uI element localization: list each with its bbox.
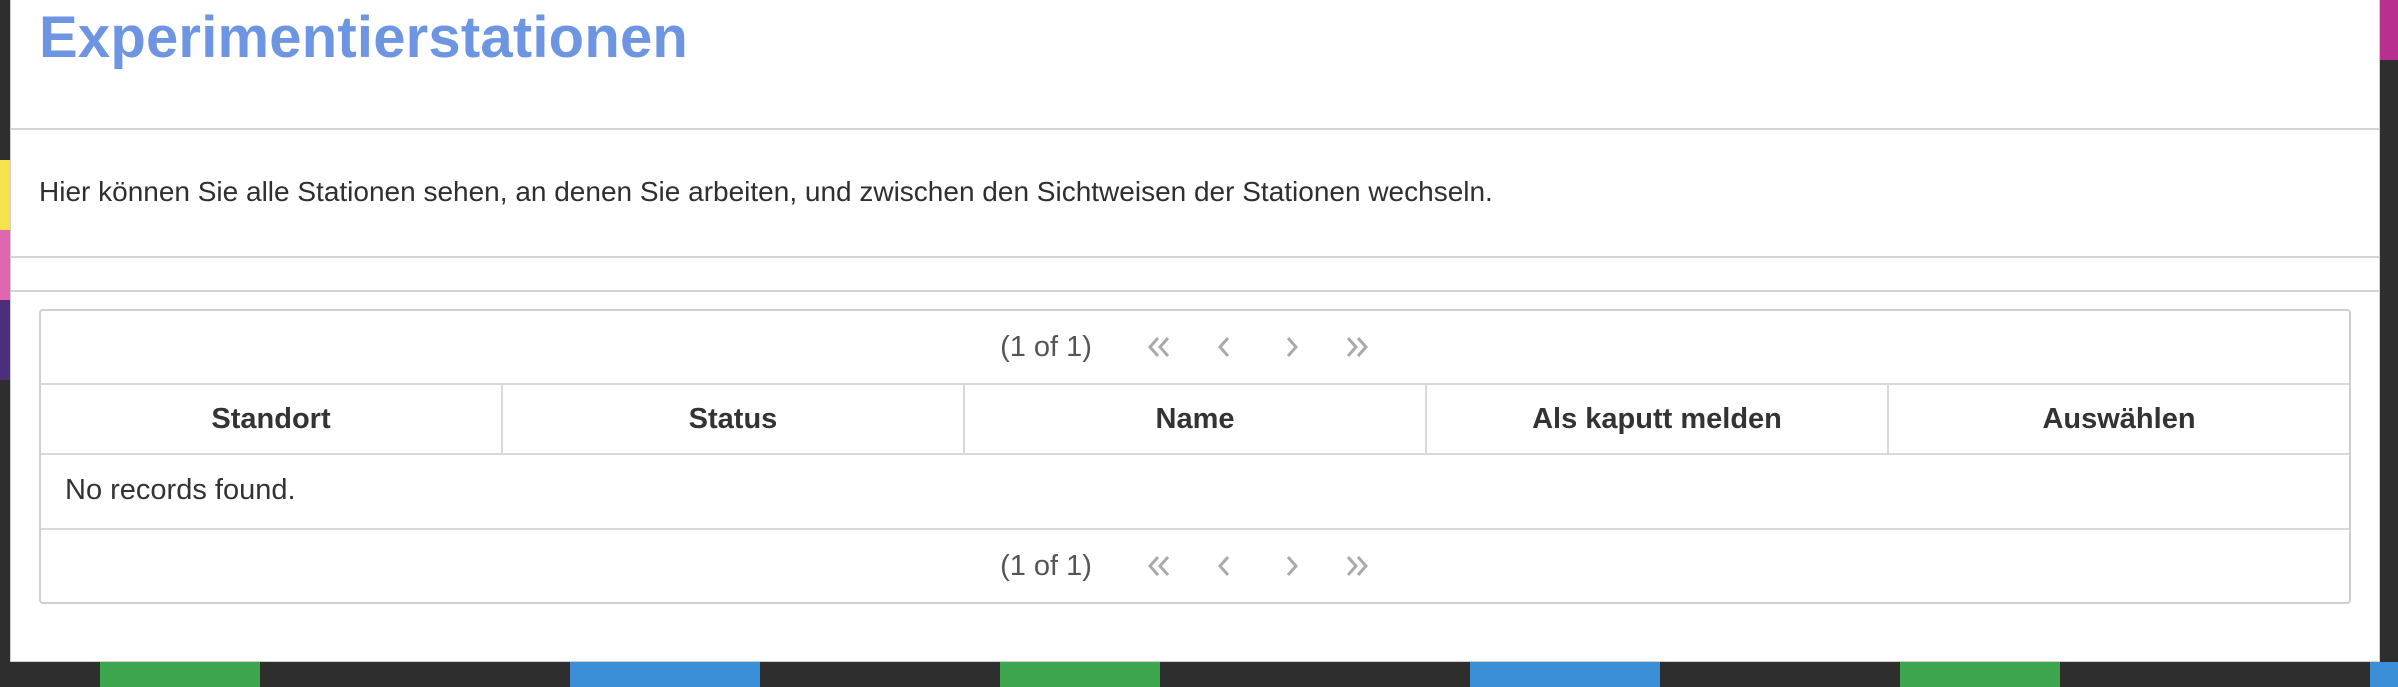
next-page-button[interactable] <box>1258 324 1324 370</box>
page-info: (1 of 1) <box>1000 549 1092 582</box>
background-shape <box>2370 662 2398 687</box>
first-page-button[interactable] <box>1126 543 1192 589</box>
column-header-standort[interactable]: Standort <box>41 385 503 453</box>
background-shape <box>0 160 10 230</box>
last-page-button[interactable] <box>1324 543 1390 589</box>
background-shape <box>100 662 260 687</box>
content-panel: Experimentierstationen Hier können Sie a… <box>10 0 2380 662</box>
table-header: Standort Status Name Als kaputt melden A… <box>41 385 2349 455</box>
background-shape <box>1900 662 2060 687</box>
last-page-button[interactable] <box>1324 324 1390 370</box>
chevron-left-icon <box>1217 556 1230 576</box>
column-header-als-kaputt-melden[interactable]: Als kaputt melden <box>1427 385 1889 453</box>
stations-table: (1 of 1) Standort Status Name Als kaputt… <box>39 309 2351 604</box>
background-shape <box>1470 662 1660 687</box>
background-shape <box>2380 0 2398 60</box>
page-title: Experimentierstationen <box>39 5 689 70</box>
column-header-status[interactable]: Status <box>503 385 965 453</box>
paginator-bottom: (1 of 1) <box>41 528 2349 602</box>
paginator-top: (1 of 1) <box>41 311 2349 385</box>
page-description: Hier können Sie alle Stationen sehen, an… <box>39 176 1493 207</box>
prev-page-button[interactable] <box>1192 543 1258 589</box>
next-page-button[interactable] <box>1258 543 1324 589</box>
prev-page-button[interactable] <box>1192 324 1258 370</box>
column-header-auswaehlen[interactable]: Auswählen <box>1889 385 2349 453</box>
chevron-left-icon <box>1217 337 1230 357</box>
empty-message: No records found. <box>65 473 296 506</box>
column-header-name[interactable]: Name <box>965 385 1427 453</box>
double-chevron-left-icon <box>1147 337 1170 357</box>
chevron-right-icon <box>1286 337 1298 357</box>
double-chevron-left-icon <box>1147 556 1170 576</box>
background-shape <box>1000 662 1160 687</box>
double-chevron-right-icon <box>1346 556 1368 576</box>
background-shape <box>570 662 760 687</box>
divider <box>11 290 2379 292</box>
divider <box>11 128 2379 130</box>
page-info: (1 of 1) <box>1000 330 1092 363</box>
background-shape <box>0 300 10 380</box>
double-chevron-right-icon <box>1346 337 1368 357</box>
chevron-right-icon <box>1286 556 1298 576</box>
background-shape <box>0 230 10 300</box>
first-page-button[interactable] <box>1126 324 1192 370</box>
divider <box>11 256 2379 258</box>
